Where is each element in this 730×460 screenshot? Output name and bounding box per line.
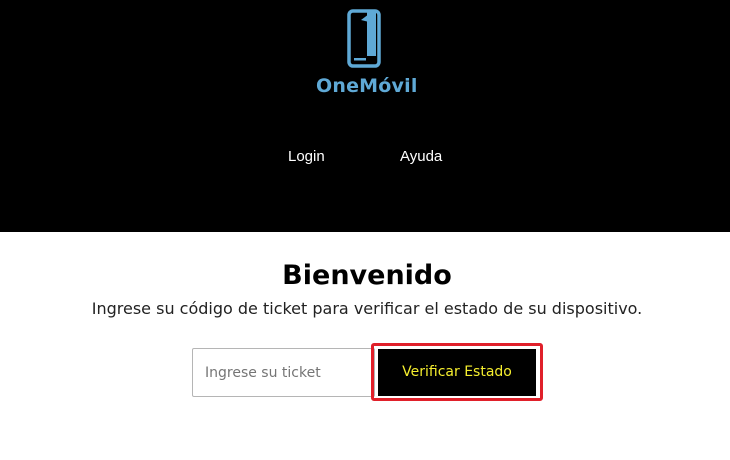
ticket-input[interactable] <box>192 348 375 397</box>
verify-status-button[interactable]: Verificar Estado <box>378 349 536 396</box>
site-header: OneMóvil Login Ayuda <box>0 0 730 232</box>
brand-logo-text: OneMóvil <box>316 75 418 97</box>
phone-one-logo-icon <box>347 9 381 68</box>
page-title: Bienvenido <box>282 260 452 291</box>
nav-help-link[interactable]: Ayuda <box>400 146 442 168</box>
page-subtitle: Ingrese su código de ticket para verific… <box>91 299 643 318</box>
nav-login-link[interactable]: Login <box>288 146 325 168</box>
